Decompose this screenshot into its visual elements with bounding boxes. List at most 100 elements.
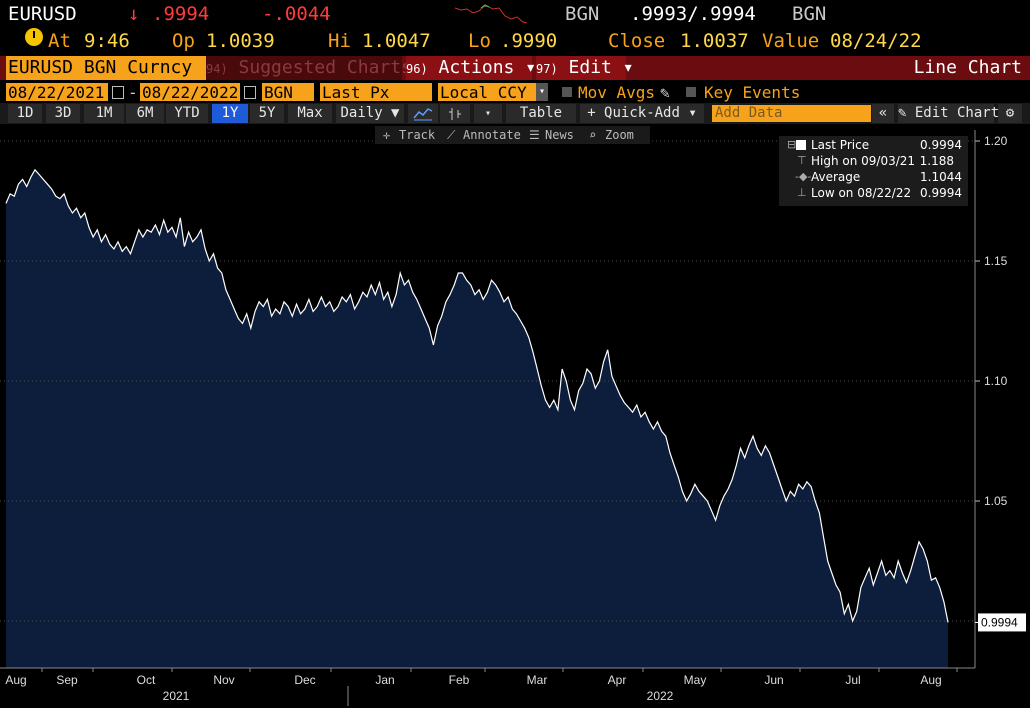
edit-number: 97) — [536, 62, 558, 76]
close-value: 1.0037 — [680, 30, 749, 52]
mov-avgs-label: Mov Avgs — [578, 83, 656, 102]
value-date: 08/24/22 — [830, 30, 922, 52]
mov-avgs-checkbox[interactable] — [562, 87, 572, 97]
edit-label: Edit ▾ — [568, 57, 634, 78]
period-max-button[interactable]: Max — [288, 104, 332, 123]
news-icon[interactable]: ☰ — [529, 126, 540, 144]
period-1m-button[interactable]: 1M — [84, 104, 124, 123]
end-date-field[interactable]: 08/22/2022 — [140, 83, 240, 102]
price-source-secondary: BGN — [792, 3, 827, 25]
x-tick-label: Feb — [449, 673, 470, 687]
actions-menu-button[interactable]: 96) Actions ▾ — [406, 56, 536, 80]
annotate-icon[interactable]: ⟋ — [447, 126, 455, 144]
legend-last-price-label: Last Price — [811, 138, 870, 152]
quote-time: 9:46 — [84, 30, 130, 52]
currency-dropdown-icon[interactable]: ▾ — [536, 83, 548, 101]
calendar-icon[interactable] — [112, 86, 124, 99]
year-label: 2021 — [163, 689, 190, 703]
suggested-charts-button[interactable]: 94) Suggested Charts — [206, 56, 412, 80]
legend-average-value: 1.1044 — [920, 170, 962, 184]
edit-chart-button[interactable]: ✎ Edit Chart — [898, 104, 999, 123]
y-tick-label: 1.15 — [984, 254, 1008, 268]
ticker-symbol: EURUSD — [8, 3, 77, 25]
bar-chart-icon[interactable] — [440, 104, 470, 123]
key-events-checkbox[interactable] — [686, 87, 696, 97]
line-chart-icon[interactable] — [408, 104, 438, 123]
date-separator: - — [128, 83, 138, 102]
high-value: 1.0047 — [362, 30, 431, 52]
field-selector[interactable]: Last Px — [320, 83, 432, 102]
open-value: 1.0039 — [206, 30, 275, 52]
open-label: Op — [172, 30, 195, 52]
zoom-icon[interactable]: ⌕ — [589, 126, 596, 144]
collapse-icon[interactable]: « — [872, 104, 894, 123]
legend-low-value: 0.9994 — [920, 186, 962, 200]
table-button[interactable]: Table — [506, 104, 576, 123]
chart-style-dropdown-icon[interactable]: ▾ — [474, 104, 502, 123]
x-tick-label: Jun — [764, 673, 783, 687]
edit-menu-button[interactable]: 97) Edit ▾ — [536, 56, 634, 80]
quote-line: At 9:46 Op 1.0039 Hi 1.0047 Lo .9990 Clo… — [0, 28, 1030, 54]
legend-average-label: Average — [811, 170, 861, 184]
x-tick-label: Aug — [920, 673, 941, 687]
high-label: Hi — [328, 30, 351, 52]
currency-selector[interactable]: Local CCY — [438, 83, 536, 102]
collapse-legend-icon[interactable]: ⊟ — [787, 137, 796, 153]
x-tick-label: Aug — [5, 673, 26, 687]
period-1d-button[interactable]: 1D — [8, 104, 42, 123]
settings-bar: 08/22/2021 - 08/22/2022 BGN Last Px Loca… — [0, 82, 1030, 102]
zoom-button[interactable]: Zoom — [605, 126, 634, 144]
source-field[interactable]: BGN — [262, 83, 314, 102]
period-5y-button[interactable]: 5Y — [250, 104, 284, 123]
close-label: Close — [608, 30, 666, 52]
price-source: BGN — [565, 3, 600, 25]
pencil-icon[interactable]: ✎ — [660, 83, 670, 103]
news-button[interactable]: News — [545, 126, 574, 144]
x-tick-label: Sep — [56, 673, 78, 687]
quick-add-button[interactable]: + Quick-Add ▾ — [580, 104, 704, 123]
low-value: .9990 — [500, 30, 558, 52]
y-tick-label: 1.05 — [984, 494, 1008, 508]
command-bar: EURUSD BGN Curncy 94) Suggested Charts 9… — [0, 56, 1030, 80]
start-date-field[interactable]: 08/22/2021 — [6, 83, 108, 102]
period-1y-button[interactable]: 1Y — [212, 104, 248, 123]
legend-last-price-value: 0.9994 — [920, 138, 962, 152]
ticker-line: EURUSD ↓ .9994 -.0044 BGN .9993/.9994 BG… — [0, 0, 1030, 28]
actions-number: 96) — [406, 62, 428, 76]
sparkline-icon — [455, 4, 527, 24]
last-price: .9994 — [152, 3, 210, 25]
legend-low-label: Low on 08/22/22 — [811, 186, 912, 200]
period-ytd-button[interactable]: YTD — [166, 104, 208, 123]
legend-high-value: 1.188 — [919, 154, 954, 168]
suggested-charts-number: 94) — [206, 62, 228, 76]
down-arrow-icon: ↓ — [128, 3, 140, 25]
net-change: -.0044 — [262, 3, 331, 25]
actions-label: Actions ▾ — [438, 57, 537, 78]
x-tick-label: Dec — [294, 673, 315, 687]
period-6m-button[interactable]: 6M — [126, 104, 164, 123]
x-tick-label: Jul — [845, 673, 860, 687]
add-data-input[interactable]: Add Data — [712, 105, 871, 122]
bid-ask: .9993/.9994 — [630, 3, 756, 25]
current-value-label: 0.9994 — [981, 615, 1018, 629]
legend-high-label: High on 09/03/21 — [811, 154, 916, 168]
low-marker-icon: ⊥ — [797, 186, 807, 199]
frequency-dropdown[interactable]: Daily ▼ — [336, 104, 404, 123]
gear-icon[interactable]: ⚙ — [998, 104, 1022, 123]
toolbar: 1D 3D 1M 6M YTD 1Y 5Y Max Daily ▼ ▾ Tabl… — [0, 103, 1030, 124]
clock-icon — [25, 28, 43, 46]
low-label: Lo — [468, 30, 491, 52]
calendar-icon[interactable] — [244, 86, 256, 99]
chart-legend: ⊟ Last Price 0.9994 ⊤ High on 09/03/21 1… — [779, 136, 968, 206]
key-events-label: Key Events — [704, 83, 801, 102]
period-3d-button[interactable]: 3D — [46, 104, 80, 123]
price-area-fill — [6, 169, 948, 669]
price-chart[interactable]: 1.201.151.101.050.9994Aug Sep Oct Nov Dec Jan… — [0, 130, 1030, 708]
at-label: At — [48, 30, 71, 52]
security-field[interactable]: EURUSD BGN Curncy — [6, 56, 206, 80]
track-button[interactable]: Track — [399, 126, 435, 144]
suggested-charts-label: Suggested Charts — [238, 57, 412, 78]
annotate-button[interactable]: Annotate — [463, 126, 521, 144]
crosshair-icon[interactable]: ✛ — [383, 126, 390, 144]
value-label: Value — [762, 30, 820, 52]
